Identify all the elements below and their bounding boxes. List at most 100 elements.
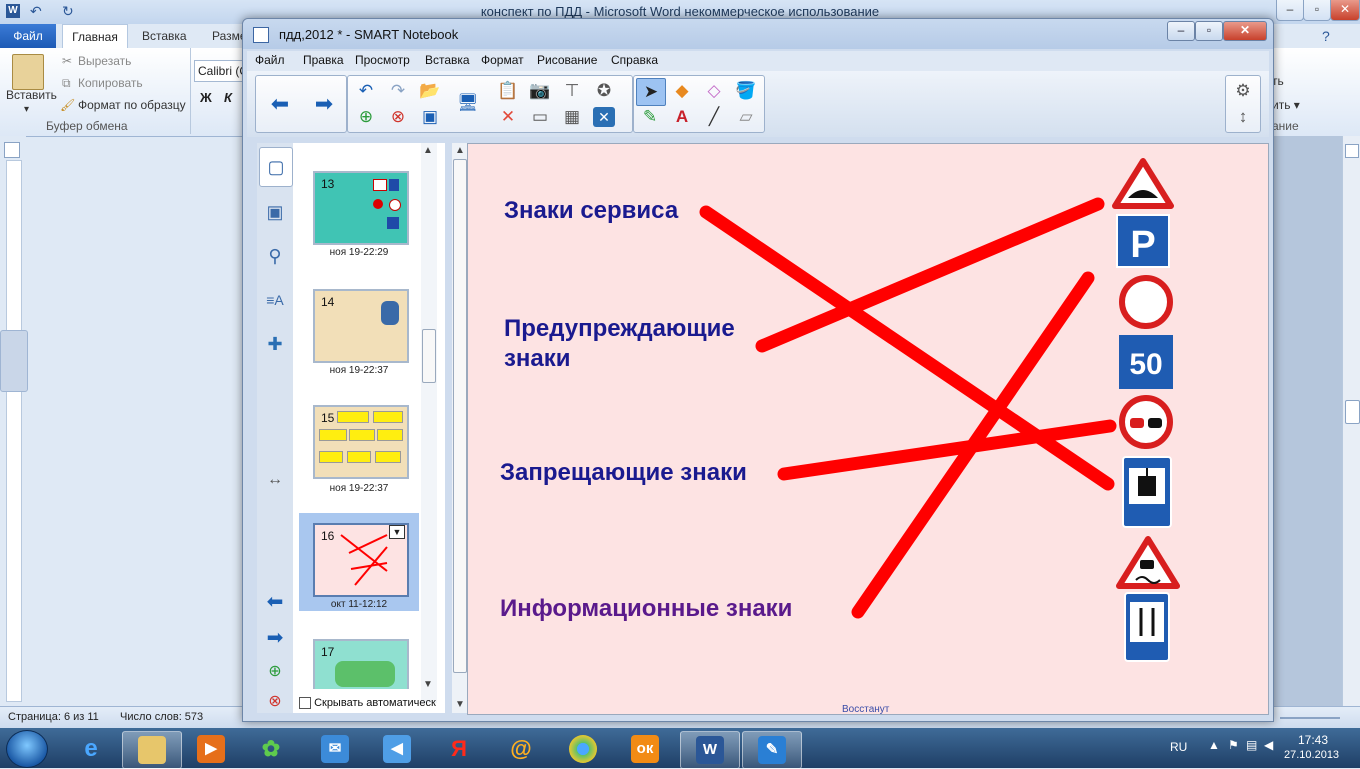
document-camera-icon[interactable]: ✪ (590, 78, 618, 104)
auto-hide-checkbox[interactable]: Скрывать автоматическ (299, 697, 436, 710)
taskbar-ok[interactable]: ок (616, 731, 674, 767)
tray-arrow-icon[interactable]: ▲ (1208, 738, 1220, 752)
slide-thumb-17[interactable]: 17 (313, 639, 409, 689)
shapes-icon[interactable]: ◆ (668, 78, 696, 104)
taskbar-media[interactable]: ▶ (182, 731, 240, 767)
previous-page-icon[interactable]: ⬅ (266, 91, 294, 117)
menu-format[interactable]: Формат (481, 53, 524, 67)
slide-thumb-13[interactable]: 13 (313, 171, 409, 245)
menu-edit[interactable]: Правка (303, 53, 344, 67)
notebook-page[interactable]: Знаки сервиса Предупреждающие знаки Запр… (467, 143, 1269, 715)
paste-icon[interactable] (12, 54, 44, 90)
undo-icon[interactable]: ↶ (352, 78, 380, 104)
pens-icon[interactable]: ✎ (636, 104, 664, 130)
attachments-tab-icon[interactable]: ⚲ (259, 237, 291, 275)
next-page-icon[interactable]: ➡ (310, 91, 338, 117)
canvas-scroll-down-icon[interactable]: ▼ (455, 699, 465, 710)
gear-icon[interactable]: ⚙ (1229, 78, 1257, 104)
paste-label[interactable]: Вставить (6, 88, 57, 102)
font-name-box[interactable]: Calibri (С (194, 60, 249, 82)
slide-thumb-14[interactable]: 14 (313, 289, 409, 363)
menu-help[interactable]: Справка (611, 53, 658, 67)
delete-icon[interactable]: ✕ (494, 104, 522, 130)
word-tab-home[interactable]: Главная (62, 24, 128, 49)
screen-capture-icon[interactable]: 📷 (526, 78, 554, 104)
properties-tab-icon[interactable]: ≡A (259, 281, 291, 319)
delete-page-icon[interactable]: ⊗ (384, 104, 412, 130)
taskbar-notebook[interactable]: ✎ (742, 731, 802, 769)
format-painter-button[interactable]: Формат по образцу (78, 98, 186, 112)
save-icon[interactable]: ▣ (416, 104, 444, 130)
taskbar-mail[interactable]: ✉ (306, 731, 364, 767)
word-maximize-button[interactable]: ▫ (1303, 0, 1331, 21)
shade-icon[interactable]: ▭ (526, 104, 554, 130)
clock-time[interactable]: 17:43 (1298, 733, 1328, 747)
ruler-toggle-icon[interactable] (1345, 144, 1359, 158)
canvas-scroll-up-icon[interactable]: ▲ (455, 145, 465, 156)
bold-button[interactable]: Ж (200, 90, 212, 105)
network-icon[interactable]: ▤ (1246, 738, 1257, 752)
word-scroll-thumb[interactable] (1345, 400, 1360, 424)
eraser-icon[interactable]: ▱ (732, 104, 760, 130)
toolbar-position-icon[interactable]: ↕ (1229, 104, 1257, 130)
taskbar-messenger[interactable]: ✿ (242, 731, 300, 767)
word-minimize-button[interactable]: – (1276, 0, 1304, 21)
taskbar-ie[interactable]: e (62, 731, 120, 767)
redo-icon[interactable]: ↷ (384, 78, 412, 104)
sidebar-next-icon[interactable]: ➡ (259, 619, 291, 657)
sorter-scroll-thumb[interactable] (422, 329, 436, 383)
taskbar-explorer[interactable] (122, 731, 182, 769)
word-tab-insert[interactable]: Вставка (132, 24, 197, 48)
start-button-icon[interactable] (6, 730, 48, 768)
magic-pen-icon[interactable]: ◇ (700, 78, 728, 104)
redo-icon[interactable]: ↻ (62, 3, 74, 20)
taskbar-word[interactable]: W (680, 731, 740, 769)
smart-maximize-button[interactable]: ▫ (1195, 21, 1223, 41)
copy-button[interactable]: Копировать (78, 76, 143, 90)
flag-icon[interactable]: ⚑ (1228, 738, 1239, 752)
line-warning-to-speed-bump[interactable] (755, 197, 1105, 353)
slide-thumb-16[interactable]: 16 ▼ (313, 523, 409, 597)
italic-button[interactable]: К (224, 90, 232, 105)
open-folder-icon[interactable]: 📂 (416, 78, 444, 104)
slide-thumb-15[interactable]: 15 (313, 405, 409, 479)
screen-display-icon[interactable]: 🖥 (454, 90, 482, 116)
full-screen-icon[interactable]: ✕ (593, 107, 615, 127)
language-indicator[interactable]: RU (1170, 740, 1187, 754)
volume-icon[interactable]: ◀ (1264, 738, 1273, 752)
word-close-button[interactable]: ✕ (1330, 0, 1360, 21)
zoom-slider[interactable] (1280, 717, 1340, 719)
fill-icon[interactable]: 🪣 (732, 78, 760, 104)
cut-button[interactable]: Вырезать (78, 54, 131, 68)
clock-date[interactable]: 27.10.2013 (1284, 749, 1339, 761)
smart-close-button[interactable]: ✕ (1223, 21, 1267, 41)
taskbar-mailru[interactable]: @ (492, 731, 550, 767)
gallery-tab-icon[interactable]: ▣ (259, 193, 291, 231)
sorter-scrollbar[interactable]: ▲ ▼ (421, 143, 437, 703)
add-page-icon[interactable]: ⊕ (352, 104, 380, 130)
line-icon[interactable]: ╱ (700, 104, 728, 130)
canvas-scroll-thumb[interactable] (453, 159, 467, 673)
page-sorter-tab-icon[interactable]: ▢ (259, 147, 293, 187)
text-icon[interactable]: A (668, 104, 696, 130)
addons-tab-icon[interactable]: ✚ (259, 325, 291, 363)
menu-draw[interactable]: Рисование (537, 53, 597, 67)
select-icon[interactable]: ➤ (636, 78, 666, 106)
undo-icon[interactable]: ↶ (30, 3, 42, 20)
panel-grip[interactable] (0, 330, 28, 392)
sidebar-delete-page-icon[interactable]: ⊗ (259, 683, 291, 721)
screen-shade-icon[interactable]: ⊤ (558, 78, 586, 104)
scroll-up-icon[interactable]: ▲ (423, 145, 433, 156)
smart-minimize-button[interactable]: – (1167, 21, 1195, 41)
taskbar-yandex[interactable]: Я (430, 731, 488, 767)
tab-selector[interactable] (4, 142, 20, 158)
word-tab-file[interactable]: Файл (0, 24, 56, 48)
thumb-menu-chevron-icon[interactable]: ▼ (389, 525, 405, 539)
word-vertical-scrollbar[interactable] (1342, 136, 1360, 706)
checkbox-box[interactable] (299, 697, 311, 710)
taskbar-speaker[interactable]: ◀ (368, 731, 426, 767)
resize-arrow-icon[interactable]: ↔ (259, 461, 291, 499)
scroll-down-icon[interactable]: ▼ (423, 679, 433, 690)
help-icon[interactable]: ? (1322, 28, 1330, 44)
menu-file[interactable]: Файл (255, 53, 285, 67)
